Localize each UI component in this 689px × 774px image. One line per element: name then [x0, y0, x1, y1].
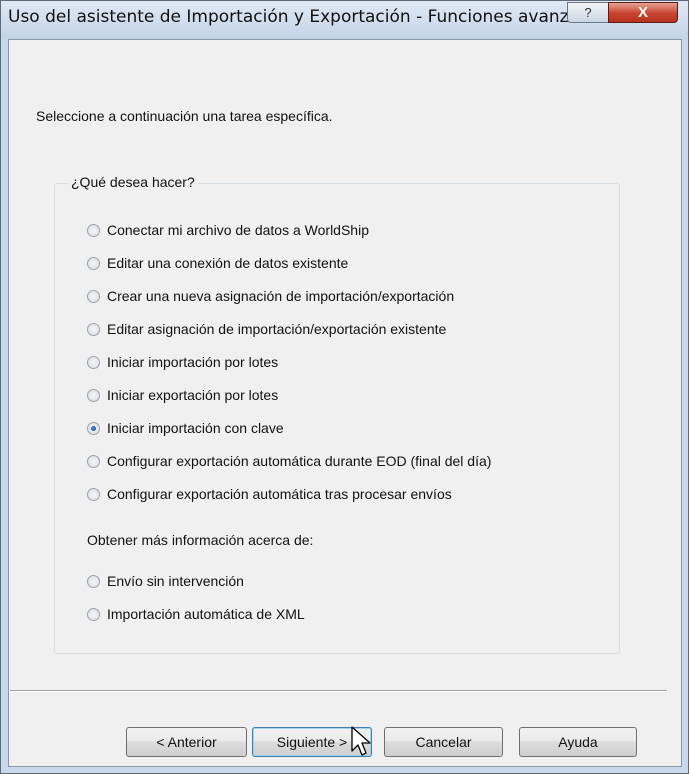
footer-separator	[10, 690, 667, 692]
radio-button[interactable]	[87, 455, 100, 468]
radio-button-selected[interactable]	[87, 422, 100, 435]
title-help-button[interactable]: ?	[567, 2, 609, 23]
radio-button[interactable]	[87, 356, 100, 369]
radio-button[interactable]	[87, 224, 100, 237]
dialog-body: Seleccione a continuación una tarea espe…	[8, 39, 682, 767]
window-title: Uso del asistente de Importación y Expor…	[8, 7, 610, 27]
task-groupbox: ¿Qué desea hacer? Conectar mi archivo de…	[54, 174, 620, 654]
radio-button[interactable]	[87, 257, 100, 270]
instruction-text: Seleccione a continuación una tarea espe…	[36, 108, 333, 124]
wizard-dialog: Uso del asistente de Importación y Expor…	[0, 0, 689, 774]
radio-label: Iniciar importación con clave	[107, 420, 284, 436]
cancel-button[interactable]: Cancelar	[384, 727, 503, 757]
radio-label: Crear una nueva asignación de importació…	[107, 288, 455, 304]
close-button[interactable]: X	[608, 2, 678, 23]
radio-label: Configurar exportación automática durant…	[107, 453, 492, 469]
mouse-pointer-icon	[351, 726, 371, 756]
radio-label: Conectar mi archivo de datos a WorldShip	[107, 222, 369, 238]
more-info-heading: Obtener más información acerca de:	[87, 532, 314, 548]
radio-button[interactable]	[87, 608, 100, 621]
radio-label: Envío sin intervención	[107, 573, 244, 589]
radio-button[interactable]	[87, 290, 100, 303]
radio-label: Editar una conexión de datos existente	[107, 255, 349, 271]
radio-button[interactable]	[87, 323, 100, 336]
radio-button[interactable]	[87, 389, 100, 402]
help-button[interactable]: Ayuda	[519, 727, 637, 757]
radio-label: Importación automática de XML	[107, 606, 305, 622]
radio-label: Editar asignación de importación/exporta…	[107, 321, 447, 337]
radio-label: Iniciar exportación por lotes	[107, 387, 279, 403]
radio-button[interactable]	[87, 488, 100, 501]
back-button[interactable]: < Anterior	[126, 727, 247, 757]
radio-label: Iniciar importación por lotes	[107, 354, 279, 370]
radio-label: Configurar exportación automática tras p…	[107, 486, 452, 502]
radio-button[interactable]	[87, 575, 100, 588]
groupbox-legend: ¿Qué desea hacer?	[68, 174, 198, 190]
title-bar[interactable]: Uso del asistente de Importación y Expor…	[1, 1, 688, 39]
